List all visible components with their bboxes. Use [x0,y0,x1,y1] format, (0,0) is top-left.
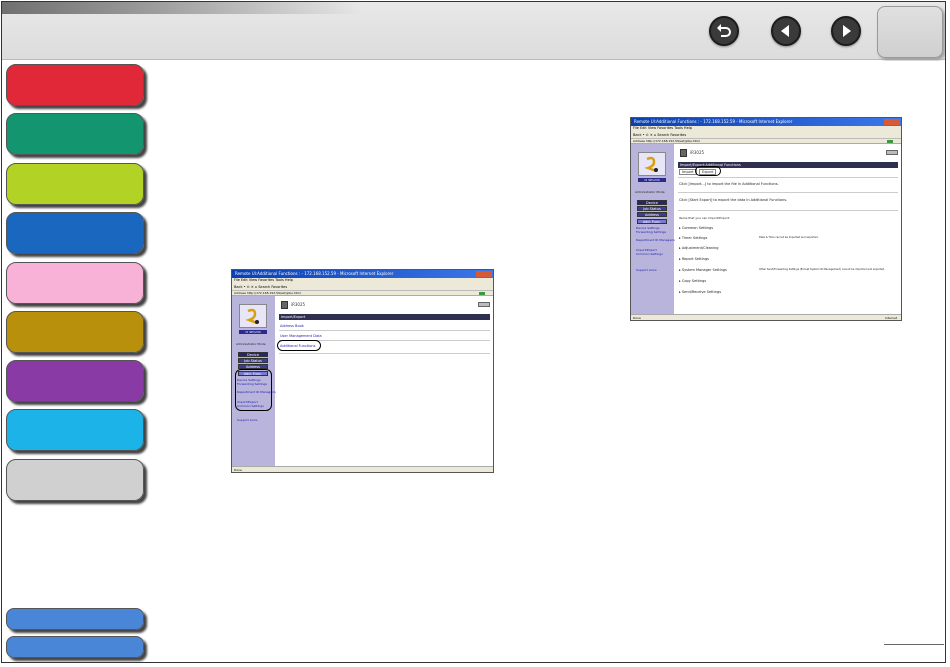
divider [279,353,490,354]
tab-bottom-2[interactable] [6,636,144,658]
admin-mode-label: Administrator Mode [236,342,266,346]
item-copy-settings: ▸ Copy Settings [679,279,707,283]
back-button[interactable] [709,16,739,46]
window-title: Remote UI:Additional Functions : - 172.1… [631,118,901,126]
tab-gray[interactable] [6,459,144,501]
help-icons[interactable] [886,150,898,155]
return-arrow-icon [717,24,731,37]
window-title: Remote UI:Additional Functions : - 172.1… [232,270,493,278]
divider [678,210,898,211]
highlight-oval-export-tab [695,166,721,176]
job-status-button[interactable]: Job Status [238,358,268,363]
item-send-receive-settings: ▸ Send/Receive Settings [679,290,722,294]
remote-ui-logo-icon [245,308,259,325]
window-body: CI SE1234 Administrator Mode Device Job … [631,144,901,314]
item-adjustment-cleaning: ▸ Adjustment/Cleaning [679,246,719,250]
link-support[interactable]: Support Links [237,418,258,422]
remote-ui-main: iR3025 Import/Export:Additional Function… [675,144,901,314]
item-report-settings: ▸ Report Settings [679,257,709,261]
import-tab[interactable]: Import [679,169,697,175]
model-label: CI SE1234 [638,178,666,182]
remote-ui-sidebar: CI SE1234 Administrator Mode Device Job … [631,144,679,314]
link-department-id[interactable]: Department ID Management [636,238,679,242]
device-button[interactable]: Device [637,200,667,205]
timer-note: Date & Time cannot be imported and expor… [759,236,819,239]
tab-gold[interactable] [6,311,144,353]
go-button[interactable] [479,292,485,295]
tab-blue[interactable] [6,212,144,254]
items-note: Items that you can Import/Export: [679,216,730,220]
status-bar: Done [232,466,493,472]
item-common-settings: ▸ Common Settings [679,226,714,230]
tab-red[interactable] [6,64,144,106]
triangle-left-icon [781,25,789,37]
job-status-button[interactable]: Job Status [637,206,667,211]
printer-icon [680,149,687,157]
remote-ui-logo [239,304,267,328]
top-bar-gradient [2,2,362,14]
tab-purple[interactable] [6,360,144,402]
chapter-sidebar [2,60,148,662]
tab-green[interactable] [6,113,144,155]
triangle-right-icon [843,25,851,37]
browser-window-additional-functions: Remote UI:Additional Functions : - 172.1… [630,117,902,321]
remote-ui-logo-icon [644,156,658,173]
device-header: iR3025 [281,301,305,309]
remote-ui-main: iR3025 Import/Export Address Book User M… [276,296,493,466]
address-button[interactable]: Address [637,212,667,217]
link-common-settings[interactable]: Common Settings [636,252,663,256]
tab-pink[interactable] [6,262,144,304]
status-bar: Done Internet [631,314,901,320]
import-instruction: Click [Import...] to import the file in … [679,182,779,186]
window-body: CI SE1234 Administrator Mode Device Job … [232,296,493,466]
model-label: CI SE1234 [239,330,267,334]
next-page-button[interactable] [831,16,861,46]
tab-lime[interactable] [6,163,144,205]
device-header: iR3025 [680,149,704,157]
link-forwarding-settings[interactable]: Forwarding Settings [636,230,666,234]
device-button[interactable]: Device [238,352,268,357]
tab-cyan[interactable] [6,409,144,451]
item-timer-settings: ▸ Timer Settings [679,236,708,240]
top-right-tab[interactable] [877,6,943,58]
section-title: Import/Export [279,314,490,320]
item-system-manager-settings: ▸ System Manager Settings [679,268,727,272]
toolbar[interactable]: Back • ⊙ ✕ ⌂ Search Favorites [232,283,493,291]
highlight-oval-additional-functions [277,340,321,351]
window-controls[interactable] [884,119,900,125]
go-button[interactable] [887,140,893,143]
system-note: Other Send/Forwarding Settings (Except S… [759,268,885,271]
zone-indicator: Internet [885,316,897,320]
previous-page-button[interactable] [771,16,801,46]
page-frame: Remote UI:Additional Functions : - 172.1… [1,1,946,663]
top-bar [2,2,945,60]
highlight-oval-sidebar [235,369,272,411]
window-controls[interactable] [476,271,492,277]
export-instruction: Click [Start Export] to export the data … [679,198,788,202]
tab-bottom-1[interactable] [6,608,144,630]
remote-ui-logo [638,152,666,176]
help-icons[interactable] [478,302,490,307]
divider [678,177,898,178]
browser-window-import-export: Remote UI:Additional Functions : - 172.1… [231,269,494,473]
link-support[interactable]: Support Links [636,268,657,272]
admin-mode-label: Administrator Mode [635,190,665,194]
divider [279,330,490,331]
link-address-book[interactable]: Address Book [280,324,304,328]
toolbar[interactable]: Back • ⊙ ✕ ⌂ Search Favorites [631,131,901,139]
printer-icon [281,301,288,309]
add-func-button[interactable]: Add. Func. [637,219,667,224]
footer-rule [884,644,944,645]
content-area: Remote UI:Additional Functions : - 172.1… [150,61,945,662]
link-user-management-data[interactable]: User Management Data [280,334,322,338]
remote-ui-sidebar: CI SE1234 Administrator Mode Device Job … [232,296,280,466]
divider [678,192,898,193]
